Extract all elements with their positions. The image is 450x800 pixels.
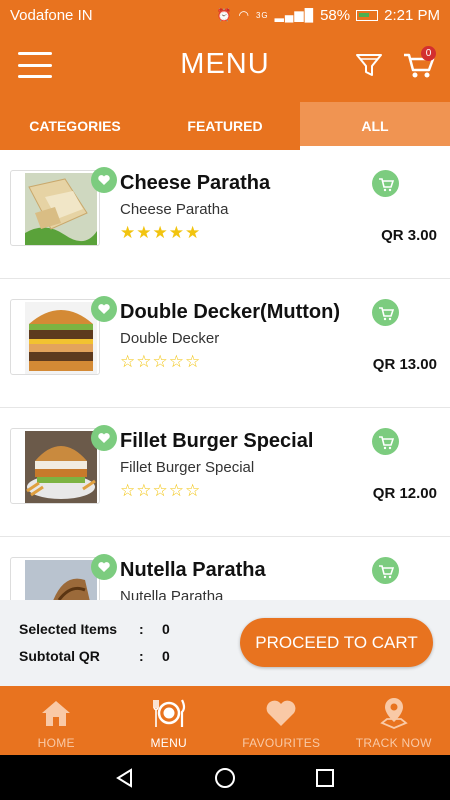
battery-percent: 58% [320, 6, 351, 24]
item-subtitle: Double Decker [120, 330, 220, 347]
location-pin-icon [380, 698, 408, 729]
star-filled-icon: ★ [136, 223, 152, 242]
alarm-icon: ⏰ [216, 8, 233, 22]
status-bar: Vodafone IN ⏰ ◠ 3G ▂▄▆█ 58% 2:21 PM [0, 0, 450, 30]
order-summary: Selected Items : 0 Subtotal QR : 0 PROCE… [0, 600, 450, 686]
item-price: QR 12.00 [372, 485, 437, 502]
cart-icon[interactable]: 0 [402, 46, 436, 80]
star-empty-icon: ☆ [185, 352, 201, 371]
rating-stars: ☆ ☆ ☆ ☆ ☆ [120, 482, 200, 499]
clock: 2:21 PM [384, 6, 440, 24]
tab-featured[interactable]: FEATURED [150, 102, 300, 150]
list-item[interactable]: Double Decker(Mutton) Double Decker ☆ ☆ … [0, 279, 450, 408]
separator-colon: : [139, 648, 144, 664]
signal-icon: ▂▄▆█ [274, 8, 315, 22]
tab-all[interactable]: ALL [300, 102, 450, 150]
favourite-heart-icon[interactable] [91, 296, 117, 322]
star-filled-icon: ★ [152, 223, 168, 242]
item-subtitle: Cheese Paratha [120, 201, 229, 218]
network-type: 3G [255, 10, 269, 20]
plate-cutlery-icon [152, 699, 185, 727]
filter-icon[interactable] [354, 50, 384, 80]
nav-menu[interactable]: MENU [113, 686, 226, 755]
list-item[interactable]: Nutella Paratha Nutella Paratha [0, 537, 450, 600]
subtotal-row: Subtotal QR : 0 [19, 648, 170, 664]
nav-label: TRACK NOW [355, 736, 432, 750]
subtotal-label: Subtotal QR [19, 648, 100, 664]
hamburger-menu-icon[interactable] [18, 52, 52, 78]
proceed-to-cart-button[interactable]: PROCEED TO CART [240, 618, 433, 667]
star-empty-icon: ☆ [152, 481, 168, 500]
list-item[interactable]: Cheese Paratha Cheese Paratha ★ ★ ★ ★ ★ … [0, 150, 450, 279]
star-empty-icon: ☆ [185, 481, 201, 500]
star-empty-icon: ☆ [136, 481, 152, 500]
star-filled-icon: ★ [120, 223, 136, 242]
nav-track-now[interactable]: TRACK NOW [338, 686, 450, 755]
favourite-heart-icon[interactable] [91, 425, 117, 451]
rating-stars: ☆ ☆ ☆ ☆ ☆ [120, 353, 200, 370]
system-nav-bar [0, 755, 450, 800]
heart-icon [266, 700, 296, 726]
tab-categories[interactable]: CATEGORIES [0, 102, 150, 150]
star-filled-icon: ★ [168, 223, 184, 242]
add-to-cart-icon[interactable] [372, 428, 399, 455]
add-to-cart-icon[interactable] [372, 557, 399, 584]
add-to-cart-icon[interactable] [372, 299, 399, 326]
food-image-cheese-paratha [25, 173, 97, 245]
app-toolbar: MENU 0 [0, 30, 450, 102]
nav-label: FAVOURITES [242, 736, 321, 750]
star-empty-icon: ☆ [152, 352, 168, 371]
home-icon [42, 701, 71, 726]
item-name: Cheese Paratha [120, 172, 271, 194]
bottom-nav: HOME MENU FAVOURITES TRACK NOW [0, 686, 450, 755]
star-empty-icon: ☆ [136, 352, 152, 371]
item-name: Double Decker(Mutton) [120, 301, 340, 323]
nav-label: HOME [37, 736, 75, 750]
rating-stars: ★ ★ ★ ★ ★ [120, 224, 200, 241]
status-indicators: ⏰ ◠ 3G ▂▄▆█ 58% 2:21 PM [217, 7, 440, 24]
food-image-nutella-paratha [25, 560, 97, 600]
wifi-icon: ◠ [238, 8, 250, 22]
carrier-name: Vodafone IN [10, 6, 93, 24]
item-image-card [10, 299, 100, 375]
selected-items-label: Selected Items [19, 621, 118, 637]
nav-favourites[interactable]: FAVOURITES [225, 686, 338, 755]
item-image-card [10, 428, 100, 504]
item-price: QR 13.00 [372, 356, 437, 373]
star-filled-icon: ★ [185, 223, 201, 242]
menu-item-list[interactable]: Cheese Paratha Cheese Paratha ★ ★ ★ ★ ★ … [0, 150, 450, 600]
back-icon[interactable] [110, 763, 140, 793]
cart-count-badge: 0 [421, 46, 436, 61]
item-image-card [10, 170, 100, 246]
list-item[interactable]: Fillet Burger Special Fillet Burger Spec… [0, 408, 450, 537]
food-image-fillet-burger [25, 431, 97, 503]
star-empty-icon: ☆ [168, 481, 184, 500]
subtotal-value: 0 [162, 648, 170, 664]
recents-icon[interactable] [310, 763, 340, 793]
menu-tabs: CATEGORIES FEATURED ALL [0, 102, 450, 150]
item-subtitle: Fillet Burger Special [120, 459, 255, 476]
home-circle-icon[interactable] [210, 763, 240, 793]
item-name: Fillet Burger Special [120, 430, 314, 452]
separator-colon: : [139, 621, 144, 637]
item-image-card [10, 557, 100, 600]
battery-icon [356, 9, 379, 21]
item-name: Nutella Paratha [120, 559, 266, 581]
item-subtitle: Nutella Paratha [120, 588, 224, 600]
item-price: QR 3.00 [381, 227, 437, 244]
star-empty-icon: ☆ [120, 352, 136, 371]
food-image-double-decker [25, 302, 97, 374]
nav-label: MENU [150, 736, 188, 750]
star-empty-icon: ☆ [168, 352, 184, 371]
selected-items-value: 0 [162, 621, 170, 637]
nav-home[interactable]: HOME [0, 686, 113, 755]
favourite-heart-icon[interactable] [91, 554, 117, 580]
add-to-cart-icon[interactable] [372, 170, 399, 197]
star-empty-icon: ☆ [120, 481, 136, 500]
selected-items-row: Selected Items : 0 [19, 621, 170, 637]
favourite-heart-icon[interactable] [91, 167, 117, 193]
